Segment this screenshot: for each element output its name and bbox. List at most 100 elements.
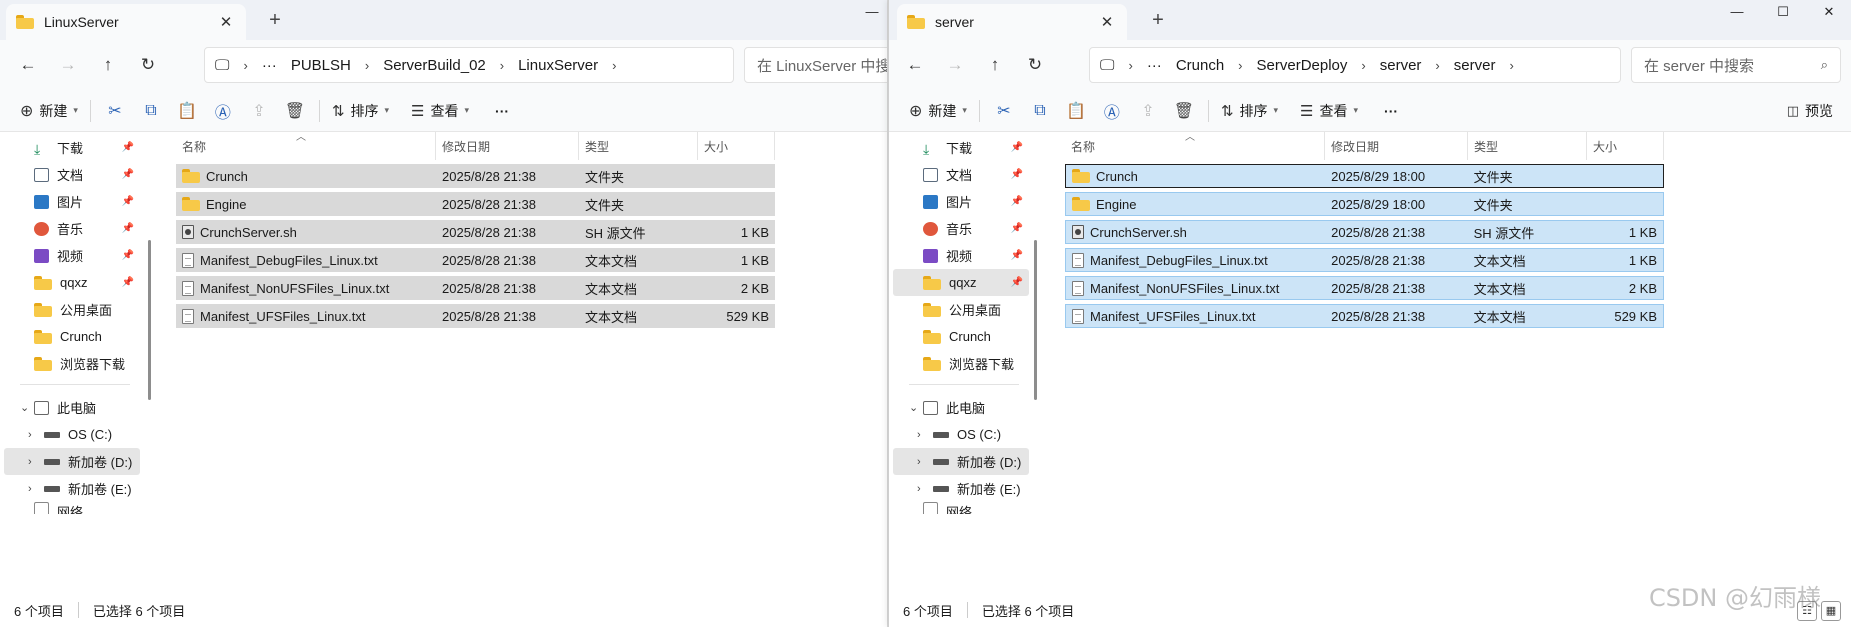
preview-button[interactable]: ◫ 预览	[1781, 96, 1839, 126]
sidebar-item-crunch[interactable]: Crunch	[893, 323, 1029, 350]
sidebar-item-drive-d[interactable]: › 新加卷 (D:)	[4, 448, 140, 475]
paste-icon[interactable]: 📋	[1058, 101, 1094, 121]
sidebar-item-browser-downloads[interactable]: 浏览器下载	[4, 350, 140, 377]
chevron-right-icon[interactable]: ›	[917, 456, 921, 468]
pin-icon[interactable]: 📌	[122, 223, 134, 234]
sort-button[interactable]: ⇅ 排序 ▾	[1215, 96, 1284, 126]
pin-icon[interactable]: 📌	[1011, 142, 1023, 153]
chevron-down-icon[interactable]: ⌄	[20, 401, 29, 414]
sidebar-scrollbar[interactable]	[1034, 240, 1037, 400]
refresh-icon[interactable]: ↻	[128, 55, 168, 75]
forward-icon[interactable]: →	[48, 55, 88, 75]
sidebar-item-drive-e[interactable]: › 新加卷 (E:)	[893, 475, 1029, 502]
new-tab-button[interactable]: +	[1145, 8, 1171, 34]
view-button[interactable]: ☰ 查看 ▾	[1294, 96, 1364, 126]
pin-icon[interactable]: 📌	[1011, 223, 1023, 234]
sidebar-item-music[interactable]: 音乐 📌	[893, 215, 1029, 242]
sidebar-item-videos[interactable]: 视频 📌	[4, 242, 140, 269]
pin-icon[interactable]: 📌	[122, 277, 134, 288]
table-row[interactable]: CrunchServer.sh 2025/8/28 21:38 SH 源文件 1…	[1065, 220, 1664, 244]
table-row[interactable]: Engine 2025/8/29 18:00 文件夹	[1065, 192, 1664, 216]
up-icon[interactable]: ↑	[88, 55, 128, 75]
sidebar-item-qqxz[interactable]: qqxz 📌	[4, 269, 140, 296]
pin-icon[interactable]: 📌	[1011, 169, 1023, 180]
rename-icon[interactable]: Ⓐ	[1094, 99, 1130, 123]
table-row[interactable]: Engine 2025/8/28 21:38 文件夹	[176, 192, 775, 216]
search-input[interactable]: 在 LinuxServer 中搜索	[744, 47, 887, 83]
search-icon[interactable]: ⌕	[1821, 57, 1828, 73]
sidebar-item-downloads[interactable]: ⤓ 下载 📌	[4, 134, 140, 161]
new-button[interactable]: ⊕ 新建 ▾	[903, 96, 973, 126]
pin-icon[interactable]: 📌	[122, 196, 134, 207]
column-date[interactable]: 修改日期	[1325, 132, 1468, 160]
sidebar-item-qqxz[interactable]: qqxz 📌	[893, 269, 1029, 296]
table-row[interactable]: Manifest_UFSFiles_Linux.txt 2025/8/28 21…	[1065, 304, 1664, 328]
table-row[interactable]: Manifest_NonUFSFiles_Linux.txt 2025/8/28…	[176, 276, 775, 300]
paste-icon[interactable]: 📋	[169, 101, 205, 121]
close-window-button[interactable]: ✕	[1807, 0, 1851, 26]
sidebar-item-pictures[interactable]: 图片 📌	[4, 188, 140, 215]
sidebar-item-public-desktop[interactable]: 公用桌面	[4, 296, 140, 323]
sidebar-item-browser-downloads[interactable]: 浏览器下载	[893, 350, 1029, 377]
cut-icon[interactable]: ✂	[986, 101, 1022, 121]
pin-icon[interactable]: 📌	[122, 142, 134, 153]
breadcrumb-item[interactable]: Crunch	[1176, 57, 1224, 74]
sidebar-item-drive-c[interactable]: › OS (C:)	[4, 421, 140, 448]
sidebar-item-documents[interactable]: 文档 📌	[893, 161, 1029, 188]
close-tab-icon[interactable]: ✕	[1097, 13, 1117, 31]
pin-icon[interactable]: 📌	[1011, 196, 1023, 207]
share-icon[interactable]: ⇪	[1130, 101, 1166, 121]
sidebar-item-drive-c[interactable]: › OS (C:)	[893, 421, 1029, 448]
more-path-icon[interactable]: ···	[262, 57, 277, 74]
copy-icon[interactable]: ⧉	[1022, 102, 1058, 120]
share-icon[interactable]: ⇪	[241, 101, 277, 121]
cut-icon[interactable]: ✂	[97, 101, 133, 121]
table-row[interactable]: Manifest_NonUFSFiles_Linux.txt 2025/8/28…	[1065, 276, 1664, 300]
maximize-button[interactable]: ☐	[1761, 0, 1805, 26]
sidebar-item-downloads[interactable]: ⤓ 下载 📌	[893, 134, 1029, 161]
new-tab-button[interactable]: +	[262, 8, 288, 34]
sidebar-item-documents[interactable]: 文档 📌	[4, 161, 140, 188]
search-input[interactable]: 在 server 中搜索 ⌕	[1631, 47, 1841, 83]
sidebar-item-public-desktop[interactable]: 公用桌面	[893, 296, 1029, 323]
up-icon[interactable]: ↑	[975, 55, 1015, 75]
breadcrumb-item[interactable]: ServerBuild_02	[383, 57, 486, 74]
tab-linuxserver[interactable]: LinuxServer ✕	[6, 4, 246, 40]
sidebar-scrollbar[interactable]	[148, 240, 151, 400]
chevron-right-icon[interactable]: ›	[28, 483, 32, 495]
sidebar-item-crunch[interactable]: Crunch	[4, 323, 140, 350]
sort-button[interactable]: ⇅ 排序 ▾	[326, 96, 395, 126]
column-type[interactable]: 类型	[579, 132, 698, 160]
minimize-button[interactable]: —	[1715, 0, 1759, 26]
more-path-icon[interactable]: ···	[1147, 57, 1162, 74]
breadcrumb-item[interactable]: server	[1454, 57, 1496, 74]
breadcrumb-item[interactable]: ServerDeploy	[1257, 57, 1348, 74]
table-row[interactable]: Crunch 2025/8/28 21:38 文件夹	[176, 164, 775, 188]
tab-server[interactable]: server ✕	[897, 4, 1127, 40]
breadcrumb-item[interactable]: server	[1380, 57, 1422, 74]
column-size[interactable]: 大小	[698, 132, 775, 160]
sidebar-item-pictures[interactable]: 图片 📌	[893, 188, 1029, 215]
sidebar-item-network[interactable]: 网络	[893, 502, 1029, 514]
breadcrumb-item[interactable]: LinuxServer	[518, 57, 598, 74]
copy-icon[interactable]: ⧉	[133, 102, 169, 120]
back-icon[interactable]: ←	[895, 55, 935, 75]
sidebar-item-drive-d[interactable]: › 新加卷 (D:)	[893, 448, 1029, 475]
more-options-button[interactable]: ···	[1378, 96, 1404, 126]
table-row[interactable]: Manifest_UFSFiles_Linux.txt 2025/8/28 21…	[176, 304, 775, 328]
pin-icon[interactable]: 📌	[122, 169, 134, 180]
close-tab-icon[interactable]: ✕	[216, 13, 236, 31]
forward-icon[interactable]: →	[935, 55, 975, 75]
chevron-down-icon[interactable]: ⌄	[909, 401, 918, 414]
column-type[interactable]: 类型	[1468, 132, 1587, 160]
breadcrumb[interactable]: 🖵 › ··· Crunch › ServerDeploy › server ›…	[1089, 47, 1621, 83]
back-icon[interactable]: ←	[8, 55, 48, 75]
sidebar-item-music[interactable]: 音乐 📌	[4, 215, 140, 242]
pin-icon[interactable]: 📌	[122, 250, 134, 261]
rename-icon[interactable]: Ⓐ	[205, 99, 241, 123]
chevron-right-icon[interactable]: ›	[28, 429, 32, 441]
sidebar-item-this-pc[interactable]: ⌄ 此电脑	[4, 394, 140, 421]
table-row[interactable]: CrunchServer.sh 2025/8/28 21:38 SH 源文件 1…	[176, 220, 775, 244]
column-name[interactable]: ︿ 名称	[1065, 132, 1325, 160]
sidebar-item-videos[interactable]: 视频 📌	[893, 242, 1029, 269]
